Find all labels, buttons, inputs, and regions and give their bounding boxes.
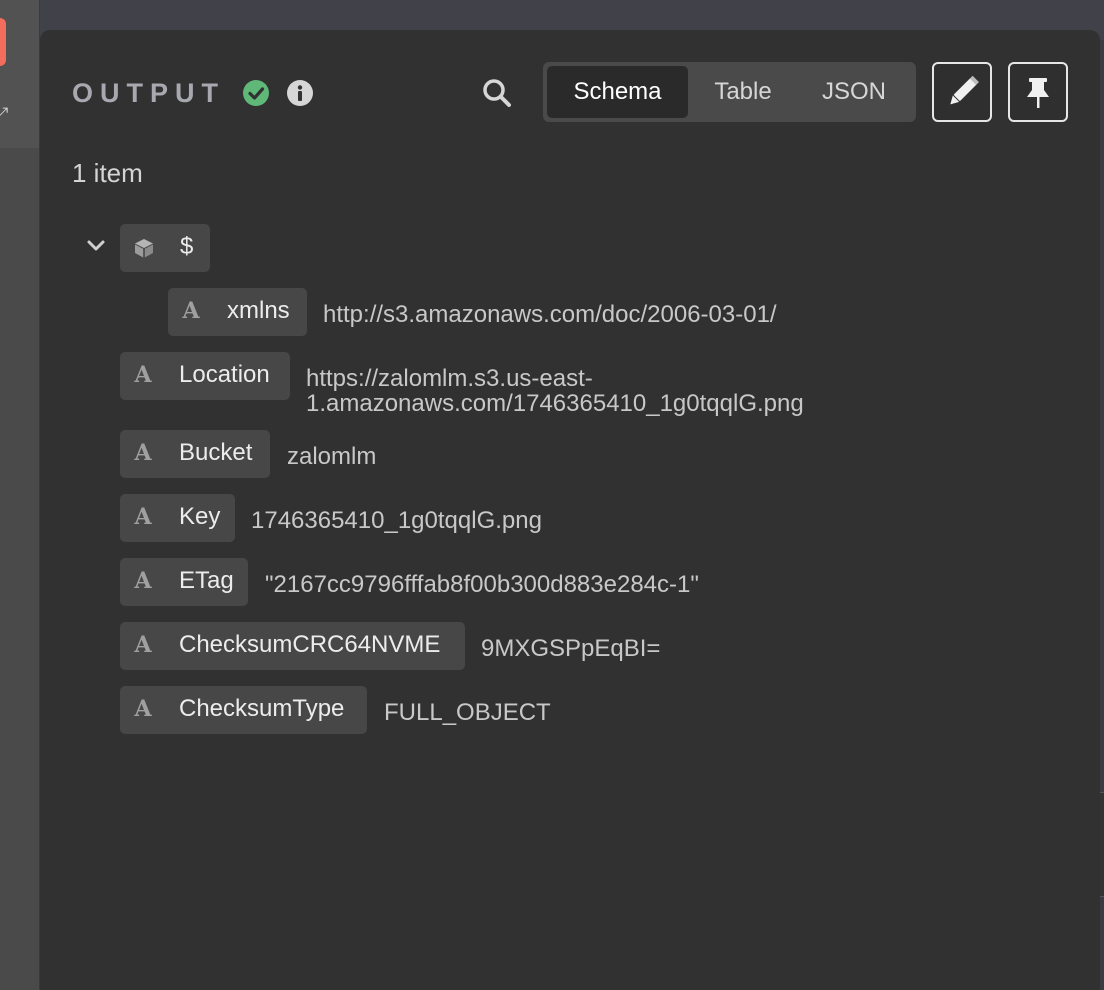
root-label: $ [180,233,194,260]
item-count: 1 item [72,158,143,188]
field-key: ChecksumType [179,695,345,722]
string-type-icon: A [134,696,152,722]
string-type-icon: A [134,440,152,466]
field-pill-xmlns[interactable]: A xmlns [168,288,307,336]
field-pill-checksumcrc64nvme[interactable]: A ChecksumCRC64NVME [120,622,465,670]
field-pill-etag[interactable]: A ETag [120,558,248,606]
string-type-icon: A [182,298,200,324]
string-type-icon: A [134,632,152,658]
expand-icon[interactable]: ⤢ [0,104,8,124]
schema-root[interactable]: $ [120,224,210,272]
cube-icon [135,239,153,258]
output-panel: OUTPUT Schema Table JSON 1 item $ A xmln… [40,30,1100,990]
field-value: 9MXGSPpEqBI= [481,635,661,662]
field-pill-bucket[interactable]: A Bucket [120,430,270,478]
field-value: "2167cc9796fffab8f00b300d883e284c-1" [265,571,699,598]
field-key: xmlns [227,297,290,324]
field-key: Location [179,361,270,388]
pin-button[interactable] [1008,62,1068,122]
tab-table[interactable]: Table [691,66,795,118]
panel-title: OUTPUT [72,78,225,108]
search-icon[interactable] [480,76,514,110]
field-pill-location[interactable]: A Location [120,352,290,400]
tab-schema[interactable]: Schema [547,66,688,118]
field-value-line2: 1.amazonaws.com/1746365410_1g0tqqlG.png [306,390,804,417]
string-type-icon: A [134,362,152,388]
edit-button[interactable] [932,62,992,122]
pencil-icon [950,75,979,105]
field-key: Key [179,503,221,530]
field-key: ChecksumCRC64NVME [179,631,441,658]
pin-icon [1027,78,1049,108]
field-pill-checksumtype[interactable]: A ChecksumType [120,686,367,734]
field-value: zalomlm [287,443,377,470]
view-mode-toggle: Schema Table JSON [543,62,916,122]
string-type-icon: A [134,568,152,594]
field-key: ETag [179,567,234,594]
field-value: 1746365410_1g0tqqlG.png [251,507,542,534]
field-key: Bucket [179,439,253,466]
field-pill-key[interactable]: A Key [120,494,235,542]
info-icon[interactable] [286,79,314,107]
check-circle-icon [243,80,269,106]
left-sidebar-strip: ⤢ [0,0,40,990]
field-value: FULL_OBJECT [384,699,551,726]
node-color-tab[interactable] [0,18,6,66]
chevron-down-icon[interactable] [84,234,108,258]
tab-json[interactable]: JSON [798,66,910,118]
field-value: http://s3.amazonaws.com/doc/2006-03-01/ [323,301,777,328]
field-value-line1: https://zalomlm.s3.us-east- [306,365,593,392]
string-type-icon: A [134,504,152,530]
